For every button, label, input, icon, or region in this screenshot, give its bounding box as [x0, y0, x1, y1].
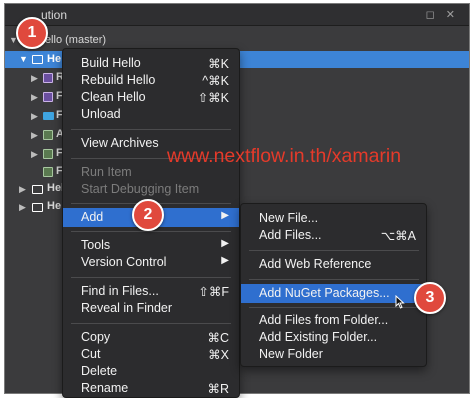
tree-item-project[interactable]: ▶ Hel — [5, 181, 65, 198]
step-badge-2: 2 — [132, 199, 164, 231]
menu-item-label: New File... — [259, 211, 319, 225]
menu-item-shortcut: ⌥⌘A — [380, 229, 416, 243]
project-icon — [32, 185, 43, 194]
expand-arrow-icon[interactable]: ▶ — [19, 184, 26, 195]
menu-item-label: View Archives — [81, 136, 159, 150]
add-submenu: New File... Add Files... ⌥⌘A Add Web Ref… — [240, 203, 427, 367]
menu-separator — [71, 231, 231, 232]
menu-item-cut[interactable]: Cut ⌘X — [63, 346, 239, 363]
package-icon — [43, 92, 53, 102]
menu-item-find-in-files[interactable]: Find in Files... ⇧⌘F — [63, 283, 239, 300]
pad-header: ution ◻ ✕ — [5, 4, 469, 26]
menu-item-label: Add Existing Folder... — [259, 330, 378, 344]
submenu-item-new-file[interactable]: New File... — [241, 210, 426, 227]
menu-item-label: Add Files... — [259, 228, 322, 242]
menu-item-tools[interactable]: Tools ▶ — [63, 237, 239, 254]
submenu-arrow-icon: ▶ — [221, 238, 229, 249]
menu-item-shortcut: ⇧⌘F — [198, 285, 229, 299]
project-icon — [32, 55, 43, 64]
tree-item[interactable]: ▶ R — [5, 70, 65, 87]
menu-item-shortcut: ⌘C — [207, 331, 229, 345]
watermark-url: www.nextflow.in.th/xamarin — [167, 145, 402, 167]
tree-item-project[interactable]: ▶ He — [5, 199, 65, 216]
expand-arrow-icon[interactable]: ▶ — [31, 130, 38, 141]
menu-separator — [71, 277, 231, 278]
menu-item-rebuild[interactable]: Rebuild Hello ^⌘K — [63, 72, 239, 89]
menu-item-label: New Folder — [259, 347, 323, 361]
menu-item-label: Tools — [81, 238, 111, 252]
tree-item[interactable]: F — [5, 164, 65, 181]
menu-item-label: Cut — [81, 347, 101, 361]
pad-window-buttons[interactable]: ◻ ✕ — [426, 8, 459, 21]
menu-item-clean[interactable]: Clean Hello ⇧⌘K — [63, 89, 239, 106]
menu-item-label: Add — [81, 210, 104, 224]
menu-item-label: Unload — [81, 107, 121, 121]
expand-arrow-icon[interactable]: ▶ — [31, 92, 38, 103]
package-icon — [43, 73, 53, 83]
reference-icon — [43, 130, 53, 140]
menu-item-rename[interactable]: Rename ⌘R — [63, 380, 239, 397]
pad-title: ution — [41, 8, 68, 22]
menu-item-shortcut: ⌘K — [208, 57, 229, 71]
expand-arrow-icon[interactable]: ▶ — [19, 202, 26, 213]
menu-item-shortcut: ⇧⌘K — [197, 91, 229, 105]
menu-item-unload[interactable]: Unload — [63, 106, 239, 123]
tree-item[interactable]: ▶ F — [5, 146, 65, 163]
submenu-item-new-folder[interactable]: New Folder — [241, 346, 426, 363]
submenu-item-add-files[interactable]: Add Files... ⌥⌘A — [241, 227, 426, 244]
menu-item-label: Run Item — [81, 165, 132, 179]
menu-item-label: Clean Hello — [81, 90, 146, 104]
submenu-item-add-web-reference[interactable]: Add Web Reference — [241, 256, 426, 273]
menu-item-label: Rebuild Hello — [81, 73, 156, 87]
tree-item[interactable]: ▶ A — [5, 127, 65, 144]
expand-arrow-icon[interactable]: ▶ — [31, 111, 38, 122]
project-icon — [32, 203, 43, 212]
menu-item-label: Add Web Reference — [259, 257, 372, 271]
menu-item-label: Build Hello — [81, 56, 141, 70]
menu-item-copy[interactable]: Copy ⌘C — [63, 329, 239, 346]
menu-item-start-debugging: Start Debugging Item — [63, 181, 239, 198]
menu-item-label: Start Debugging Item — [81, 182, 200, 196]
submenu-arrow-icon: ▶ — [221, 255, 229, 266]
menu-item-shortcut: ⌘R — [207, 382, 229, 396]
menu-item-label: Copy — [81, 330, 111, 344]
menu-item-label: Delete — [81, 364, 118, 378]
menu-item-label: Reveal in Finder — [81, 301, 173, 315]
tree-item[interactable]: ▶ F — [5, 89, 65, 106]
menu-separator — [249, 279, 419, 280]
file-icon — [43, 167, 53, 177]
menu-item-delete[interactable]: Delete — [63, 363, 239, 380]
menu-item-shortcut: ⌘X — [208, 348, 229, 362]
expand-arrow-icon[interactable]: ▼ — [19, 54, 28, 64]
menu-item-label: Rename — [81, 381, 129, 395]
submenu-arrow-icon: ▶ — [221, 210, 229, 221]
step-badge-3: 3 — [414, 282, 446, 314]
menu-separator — [71, 323, 231, 324]
menu-item-shortcut: ^⌘K — [202, 74, 229, 88]
mouse-cursor-icon — [395, 295, 405, 309]
menu-item-label: Find in Files... — [81, 284, 159, 298]
submenu-item-add-files-from-folder[interactable]: Add Files from Folder... — [241, 312, 426, 329]
menu-separator — [71, 129, 231, 130]
menu-item-label: Add NuGet Packages... — [259, 286, 390, 300]
menu-item-reveal-in-finder[interactable]: Reveal in Finder — [63, 300, 239, 317]
menu-item-label: Version Control — [81, 255, 167, 269]
menu-separator — [249, 307, 419, 308]
expand-arrow-icon[interactable]: ▶ — [31, 149, 38, 160]
menu-separator — [249, 250, 419, 251]
folder-icon — [43, 112, 54, 120]
menu-item-version-control[interactable]: Version Control ▶ — [63, 254, 239, 271]
expand-arrow-icon[interactable]: ▶ — [31, 73, 38, 84]
reference-icon — [43, 149, 53, 159]
submenu-item-add-existing-folder[interactable]: Add Existing Folder... — [241, 329, 426, 346]
menu-item-build[interactable]: Build Hello ⌘K — [63, 55, 239, 72]
tree-item[interactable]: ▶ F — [5, 108, 65, 125]
tree-item-label: He — [47, 53, 62, 65]
step-badge-1: 1 — [16, 17, 48, 49]
menu-item-label: Add Files from Folder... — [259, 313, 389, 327]
tree-item-label: He — [47, 200, 62, 212]
